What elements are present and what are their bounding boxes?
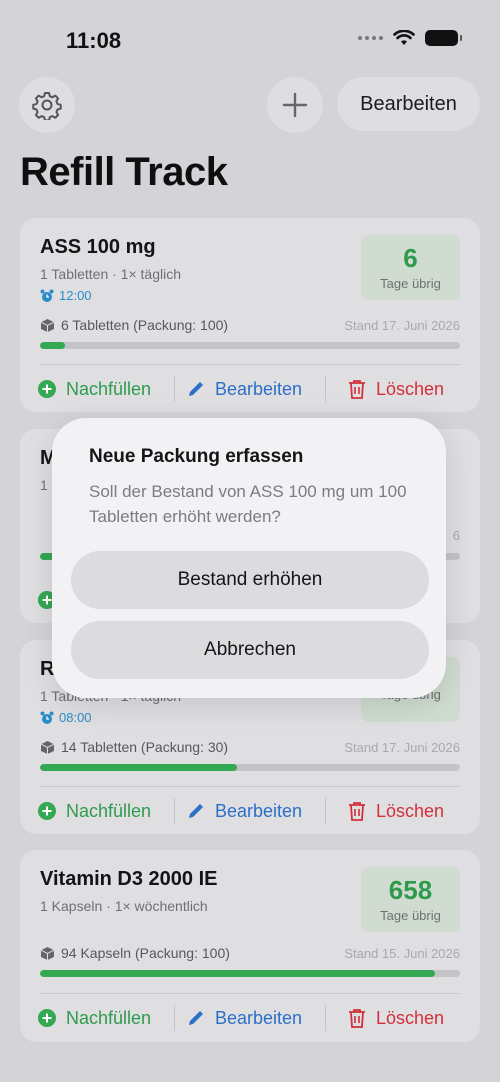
cellular-icon xyxy=(358,36,383,40)
medication-card: Vitamin D3 2000 IE 1 Kapseln · 1× wöchen… xyxy=(20,850,480,1042)
edit-list-button[interactable]: Bearbeiten xyxy=(337,77,480,131)
stock-date: Stand 15. Juni 2026 xyxy=(344,945,460,961)
stock-label: 6 Tabletten (Packung: 100) xyxy=(61,317,229,333)
refill-button[interactable]: Nachfüllen xyxy=(38,379,174,400)
stock-label: 94 Kapseln (Packung: 100) xyxy=(61,945,230,961)
gear-icon xyxy=(32,92,62,120)
plus-circle-icon xyxy=(38,1009,56,1027)
pencil-icon xyxy=(189,1011,203,1025)
refill-label: Nachfüllen xyxy=(66,800,152,821)
refill-label: Nachfüllen xyxy=(66,1007,152,1028)
add-button[interactable] xyxy=(267,77,323,133)
trash-icon xyxy=(349,1009,365,1028)
box-icon xyxy=(40,318,55,332)
status-time: 11:08 xyxy=(66,28,122,53)
confirm-button[interactable]: Bestand erhöhen xyxy=(71,551,429,609)
pencil-icon xyxy=(189,382,203,396)
trash-icon xyxy=(349,380,365,399)
edit-button[interactable]: Bearbeiten xyxy=(175,1008,325,1029)
refill-label: Nachfüllen xyxy=(66,378,152,399)
app-screen: 11:08 Bearbeiten Refill Track ASS 100 mg… xyxy=(0,0,500,1082)
box-icon xyxy=(40,740,55,754)
plus-icon xyxy=(282,92,308,118)
medication-dose: 1 Kapseln · 1× wöchentlich xyxy=(40,898,208,914)
card-actions: Nachfüllen Bearbeiten Löschen xyxy=(38,796,470,826)
medication-name: Vitamin D3 2000 IE xyxy=(40,868,218,890)
edit-button[interactable]: Bearbeiten xyxy=(175,801,325,822)
card-actions: Nachfüllen Bearbeiten Löschen xyxy=(38,1003,470,1033)
days-left-badge: 6 Tage übrig xyxy=(361,235,460,300)
medication-dose: 1 xyxy=(40,477,48,493)
stock-progress-fill xyxy=(40,764,238,771)
refill-button[interactable]: Nachfüllen xyxy=(38,1008,174,1029)
reminder-time: 08:00 xyxy=(40,710,92,725)
dialog-title: Neue Packung erfassen xyxy=(89,446,304,467)
reminder-time-label: 12:00 xyxy=(59,288,92,303)
alarm-icon xyxy=(40,711,54,724)
medication-card: ASS 100 mg 1 Tabletten · 1× täglich 12:0… xyxy=(20,218,480,412)
stock-date: Stand 17. Juni 2026 xyxy=(344,739,460,755)
refill-dialog: Neue Packung erfassen Soll der Bestand v… xyxy=(52,418,446,698)
stock-row: 6 Tabletten (Packung: 100) Stand 17. Jun… xyxy=(40,317,460,333)
medication-name: ASS 100 mg xyxy=(40,236,156,258)
trash-icon xyxy=(349,802,365,821)
divider xyxy=(40,786,460,787)
delete-button[interactable]: Löschen xyxy=(326,1008,444,1029)
reminder-time: 12:00 xyxy=(40,288,92,303)
box-icon xyxy=(40,946,55,960)
stock-row: 14 Tabletten (Packung: 30) Stand 17. Jun… xyxy=(40,739,460,755)
cancel-button[interactable]: Abbrechen xyxy=(71,621,429,679)
plus-circle-icon xyxy=(38,380,56,398)
delete-label: Löschen xyxy=(376,1007,445,1028)
wifi-icon xyxy=(393,30,415,45)
days-left-value: 6 xyxy=(403,243,418,273)
stock-progress-fill xyxy=(40,970,435,977)
days-left-label: Tage übrig xyxy=(380,908,441,923)
battery-icon xyxy=(425,30,462,46)
stock-progress xyxy=(40,970,460,977)
edit-label: Bearbeiten xyxy=(215,1007,303,1028)
stock-progress-fill xyxy=(40,342,66,349)
stock-row: 94 Kapseln (Packung: 100) Stand 15. Juni… xyxy=(40,945,460,961)
divider xyxy=(40,364,460,365)
stock-progress xyxy=(40,764,460,771)
settings-button[interactable] xyxy=(19,77,75,133)
stock-progress xyxy=(40,342,460,349)
delete-label: Löschen xyxy=(376,378,445,399)
plus-circle-icon xyxy=(38,802,56,820)
refill-button[interactable]: Nachfüllen xyxy=(38,801,174,822)
stock-date: 6 xyxy=(452,528,460,543)
edit-button[interactable]: Bearbeiten xyxy=(175,379,325,400)
page-title: Refill Track xyxy=(20,150,228,194)
stock-date: Stand 17. Juni 2026 xyxy=(344,317,460,333)
pencil-icon xyxy=(189,804,203,818)
days-left-value: 658 xyxy=(388,875,433,905)
delete-label: Löschen xyxy=(376,800,445,821)
delete-button[interactable]: Löschen xyxy=(326,801,444,822)
card-actions: Nachfüllen Bearbeiten Löschen xyxy=(38,374,470,404)
days-left-badge: 658 Tage übrig xyxy=(361,867,460,932)
edit-label: Bearbeiten xyxy=(215,800,303,821)
reminder-time-label: 08:00 xyxy=(59,710,92,725)
days-left-label: Tage übrig xyxy=(380,276,441,291)
status-icons xyxy=(358,30,462,46)
alarm-icon xyxy=(40,289,54,302)
divider xyxy=(40,993,460,994)
stock-label: 14 Tabletten (Packung: 30) xyxy=(61,739,229,755)
medication-dose: 1 Tabletten · 1× täglich xyxy=(40,266,182,282)
delete-button[interactable]: Löschen xyxy=(326,379,444,400)
edit-label: Bearbeiten xyxy=(215,378,303,399)
dialog-message: Soll der Bestand von ASS 100 mg um 100 T… xyxy=(89,482,407,526)
